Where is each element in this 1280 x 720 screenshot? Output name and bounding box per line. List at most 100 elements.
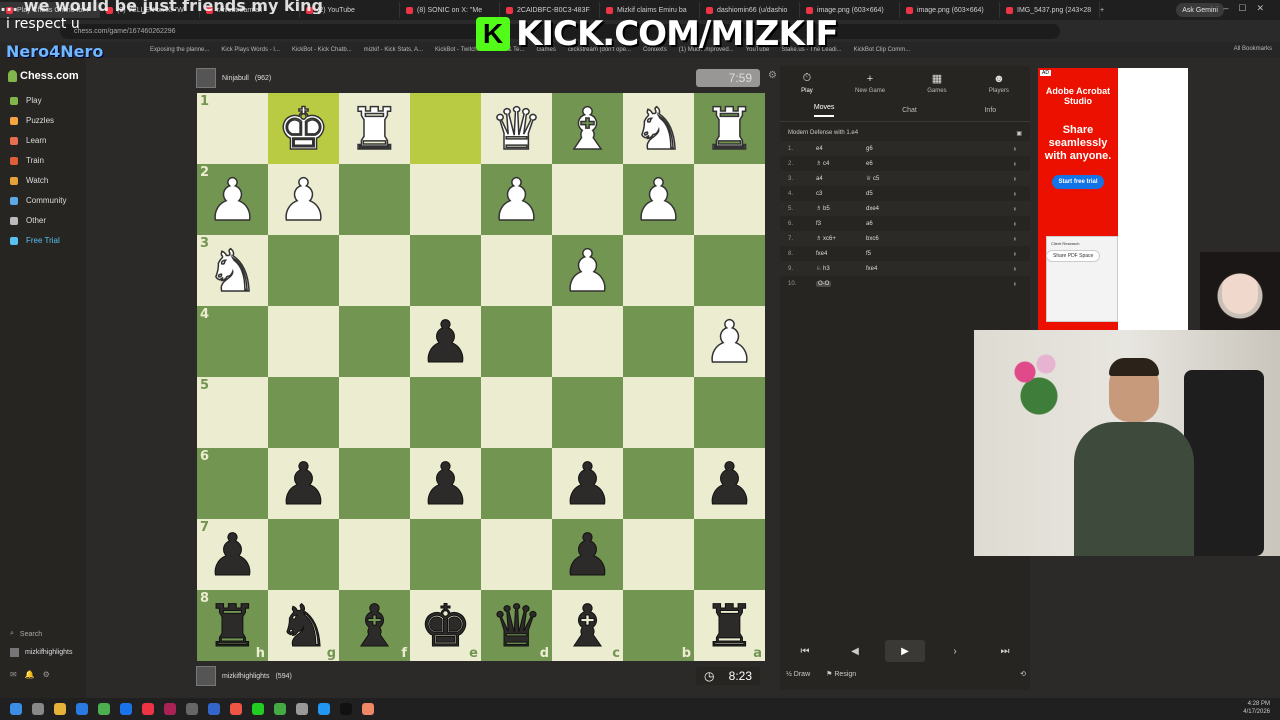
white-move[interactable]: a4 — [816, 176, 866, 182]
white-move[interactable]: fxe4 — [816, 251, 866, 257]
subtab-chat[interactable]: Chat — [902, 107, 917, 114]
sidebar-search[interactable]: ⌕ Search — [10, 630, 42, 638]
board-square[interactable] — [481, 448, 552, 519]
board-square[interactable]: 3 ♞ — [197, 235, 268, 306]
board-square[interactable] — [268, 377, 339, 448]
tab-play[interactable]: ⏱ Play — [801, 72, 813, 94]
black-pawn-icon[interactable]: ♟ — [561, 525, 614, 584]
black-move[interactable]: d5 — [866, 191, 996, 197]
black-knight-icon[interactable]: ♞ — [277, 596, 330, 655]
board-square[interactable]: ♟ — [552, 448, 623, 519]
black-move[interactable]: a6 — [866, 221, 996, 227]
board-square[interactable] — [623, 235, 694, 306]
board-square[interactable]: ♜ — [339, 93, 410, 164]
white-pawn-icon[interactable]: ♟ — [703, 312, 757, 372]
board-square[interactable]: ♟ — [481, 164, 552, 235]
black-pawn-icon[interactable]: ♟ — [206, 525, 259, 584]
board-square[interactable]: 5 — [197, 377, 268, 448]
white-pawn-icon[interactable]: ♟ — [206, 170, 260, 230]
black-king-icon[interactable]: ♚ — [419, 596, 472, 655]
board-square[interactable] — [339, 519, 410, 590]
board-square[interactable] — [268, 519, 339, 590]
board-square[interactable] — [623, 448, 694, 519]
book-icon[interactable]: ▣ — [1016, 130, 1022, 137]
white-pawn-icon[interactable]: ♟ — [490, 170, 544, 230]
previous-move-button[interactable]: ◀ — [835, 640, 875, 662]
black-pawn-icon[interactable]: ♟ — [419, 454, 472, 513]
board-square[interactable] — [694, 164, 765, 235]
board-square[interactable] — [481, 519, 552, 590]
play-button[interactable]: ▶ — [885, 640, 925, 662]
board-square[interactable] — [623, 377, 694, 448]
all-bookmarks-link[interactable]: All Bookmarks — [1234, 46, 1272, 52]
taskbar-app-icon[interactable] — [340, 703, 352, 715]
board-square[interactable]: ♚ — [268, 93, 339, 164]
adobe-ad[interactable]: Adobe Acrobat Studio Share seamlessly wi… — [1038, 68, 1188, 330]
first-move-button[interactable]: ⏮ — [785, 640, 825, 662]
sidebar-bottom-icons[interactable]: ✉🔔⚙ — [10, 670, 58, 679]
board-square[interactable] — [410, 377, 481, 448]
bookmark-item[interactable]: KickBot - Kick Chatb... — [292, 47, 352, 53]
black-pawn-icon[interactable]: ♟ — [277, 454, 330, 513]
draw-button[interactable]: ½ Draw — [786, 671, 810, 678]
sidebar-item-play[interactable]: Play — [10, 96, 42, 105]
board-square[interactable]: ♟ — [268, 164, 339, 235]
white-rook-icon[interactable]: ♜ — [348, 99, 402, 159]
last-move-button[interactable]: ⏭ — [985, 640, 1025, 662]
bookmark-item[interactable]: KickBot Clip Comm... — [854, 47, 911, 53]
board-square[interactable] — [623, 306, 694, 377]
ad-cta-button[interactable]: Start free trial — [1052, 175, 1104, 189]
subtab-moves[interactable]: Moves — [813, 104, 835, 117]
taskbar-app-icon[interactable] — [32, 703, 44, 715]
black-move[interactable]: f5 — [866, 251, 996, 257]
next-move-button[interactable]: › — [935, 640, 975, 662]
board-square[interactable] — [623, 519, 694, 590]
white-move[interactable]: ♗ c4 — [816, 160, 866, 167]
taskbar-app-icon[interactable] — [318, 703, 330, 715]
bookmark-item[interactable]: Kick Plays Words - I... — [221, 47, 280, 53]
taskbar-app-icon[interactable] — [252, 703, 264, 715]
new-tab-icon[interactable]: + — [1100, 7, 1104, 14]
chess-board[interactable]: 1 ♚ ♜ ♛ ♝ ♞ ♜ 2 ♟ ♟ ♟ ♟ 3 ♞ ♟ 4 ♟ ♟ 5 6 ♟ ♟ ♟ ♟ 7 ♟ ♟ 8 h ♜ g ♞ f ♝ e ♚ d ♛ c ♝… — [197, 93, 765, 661]
black-move[interactable]: ♕ c5 — [866, 175, 996, 182]
board-square[interactable]: 1 — [197, 93, 268, 164]
board-square[interactable]: 4 — [197, 306, 268, 377]
taskbar-app-icon[interactable] — [164, 703, 176, 715]
white-pawn-icon[interactable]: ♟ — [632, 170, 686, 230]
white-move[interactable]: O-O — [816, 280, 866, 287]
taskbar-app-icon[interactable] — [98, 703, 110, 715]
black-queen-icon[interactable]: ♛ — [490, 596, 543, 655]
subtab-info[interactable]: Info — [984, 107, 996, 114]
board-square[interactable] — [339, 448, 410, 519]
taskbar-app-icon[interactable] — [296, 703, 308, 715]
board-square[interactable] — [339, 164, 410, 235]
sidebar-item-train[interactable]: Train — [10, 156, 44, 165]
white-queen-icon[interactable]: ♛ — [490, 99, 544, 159]
black-pawn-icon[interactable]: ♟ — [703, 454, 756, 513]
flip-board-icon[interactable]: ⟲ — [1020, 670, 1026, 678]
board-square[interactable] — [410, 93, 481, 164]
board-square[interactable]: ♞ — [623, 93, 694, 164]
player-name[interactable]: mizkifhighlights — [222, 673, 269, 680]
taskbar-app-icon[interactable] — [76, 703, 88, 715]
sidebar-item-community[interactable]: Community — [10, 196, 66, 205]
white-pawn-icon[interactable]: ♟ — [277, 170, 331, 230]
black-move[interactable]: fxe4 — [866, 266, 996, 272]
bookmark-item[interactable]: mizkif - Kick Stats, A... — [364, 47, 423, 53]
taskbar-app-icon[interactable] — [186, 703, 198, 715]
white-king-icon[interactable]: ♚ — [277, 99, 331, 159]
board-square[interactable]: e ♚ — [410, 590, 481, 661]
sidebar-item-puzzles[interactable]: Puzzles — [10, 116, 54, 125]
board-square[interactable]: ♟ — [552, 235, 623, 306]
black-pawn-icon[interactable]: ♟ — [419, 312, 472, 371]
sidebar-item-watch[interactable]: Watch — [10, 176, 48, 185]
board-square[interactable] — [410, 519, 481, 590]
bookmark-item[interactable]: Exposing the planne... — [150, 47, 209, 53]
tab-games[interactable]: ▦ Games — [927, 72, 946, 94]
taskbar-app-icon[interactable] — [10, 703, 22, 715]
board-square[interactable] — [268, 235, 339, 306]
taskbar-app-icon[interactable] — [362, 703, 374, 715]
board-square[interactable] — [339, 377, 410, 448]
board-square[interactable]: a ♜ — [694, 590, 765, 661]
taskbar-app-icon[interactable] — [230, 703, 242, 715]
